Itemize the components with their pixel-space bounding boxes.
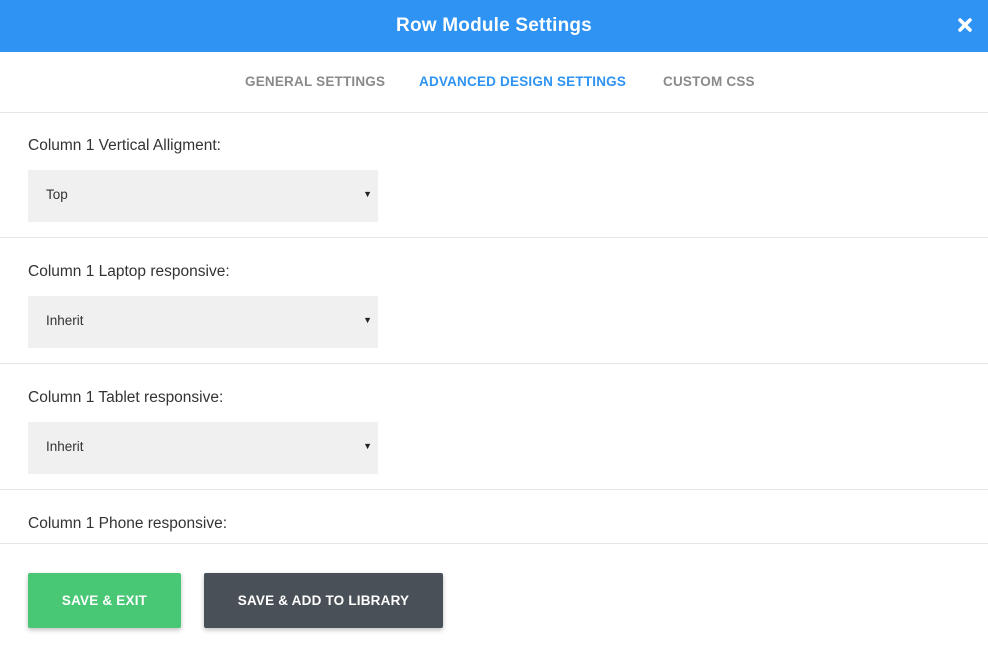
field-label: Column 1 Vertical Alligment: — [28, 137, 221, 154]
caret-down-icon: ▼ — [363, 315, 372, 325]
save-add-to-library-button[interactable]: SAVE & ADD TO LIBRARY — [204, 573, 443, 628]
field-label: Column 1 Phone responsive: — [28, 515, 228, 532]
modal-header: Row Module Settings — [0, 0, 988, 52]
select-value: Inherit — [46, 439, 84, 454]
tab-general-settings[interactable]: GENERAL SETTINGS — [245, 74, 385, 89]
select-value: Top — [46, 187, 68, 202]
caret-down-icon: ▼ — [363, 189, 372, 199]
close-button[interactable] — [950, 10, 980, 40]
modal-title: Row Module Settings — [396, 15, 592, 36]
divider — [0, 363, 988, 364]
modal-footer: SAVE & EXIT SAVE & ADD TO LIBRARY — [0, 543, 988, 648]
field-label: Column 1 Tablet responsive: — [28, 389, 224, 406]
settings-tabs: GENERAL SETTINGS ADVANCED DESIGN SETTING… — [0, 52, 988, 113]
divider — [0, 489, 988, 490]
select-value: Inherit — [46, 313, 84, 328]
field-label: Column 1 Laptop responsive: — [28, 263, 230, 280]
laptop-responsive-select[interactable]: Inherit ▼ — [28, 296, 378, 348]
divider — [0, 543, 988, 544]
vertical-alignment-select[interactable]: Top ▼ — [28, 170, 378, 222]
divider — [0, 237, 988, 238]
tab-advanced-design-settings[interactable]: ADVANCED DESIGN SETTINGS — [419, 74, 626, 89]
tab-custom-css[interactable]: CUSTOM CSS — [663, 74, 755, 89]
close-icon — [958, 18, 972, 32]
save-exit-button[interactable]: SAVE & EXIT — [28, 573, 181, 628]
caret-down-icon: ▼ — [363, 441, 372, 451]
tablet-responsive-select[interactable]: Inherit ▼ — [28, 422, 378, 474]
